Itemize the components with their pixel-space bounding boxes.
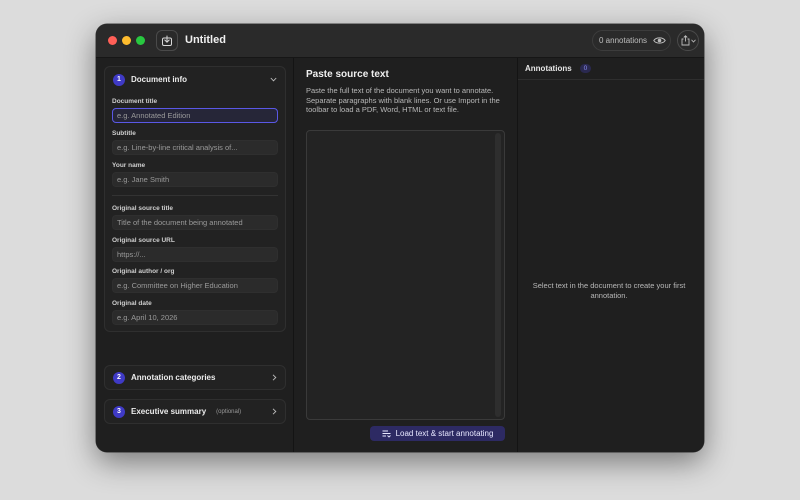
section-title: Annotation categories — [131, 373, 216, 382]
annotations-title: Annotations — [525, 64, 572, 73]
import-button[interactable] — [156, 30, 178, 51]
annotations-panel: Annotations 0 Select text in the documen… — [518, 58, 704, 452]
step-badge: 1 — [113, 73, 125, 86]
subtitle-label: Subtitle — [112, 130, 136, 137]
annotation-categories-section[interactable]: 2 Annotation categories — [104, 365, 286, 390]
section-title: Document info — [131, 75, 187, 84]
section-title: Executive summary — [131, 407, 207, 416]
eye-icon — [653, 37, 666, 44]
document-setup-panel: 1 Document info Document title Subtitle … — [96, 58, 294, 452]
app-window: Untitled 0 annotations 1 Document info D… — [96, 24, 704, 452]
subtitle-input[interactable] — [112, 140, 278, 155]
step-badge: 2 — [113, 371, 125, 384]
optional-tag: (optional) — [216, 408, 242, 415]
your-name-input[interactable] — [112, 172, 278, 187]
source-text-panel: Paste source text Paste the full text of… — [294, 58, 518, 452]
original-source-title-label: Original source title — [112, 205, 174, 212]
chevron-down-icon[interactable] — [270, 77, 277, 82]
executive-summary-header[interactable]: 3 Executive summary (optional) — [113, 405, 241, 418]
original-author-input[interactable] — [112, 278, 278, 293]
close-window-button[interactable] — [108, 36, 117, 45]
load-text-button[interactable]: Load text & start annotating — [370, 426, 505, 441]
load-text-button-label: Load text & start annotating — [395, 429, 494, 438]
original-author-label: Original author / org — [112, 268, 175, 275]
import-icon — [162, 35, 172, 46]
source-panel-title: Paste source text — [306, 69, 389, 80]
document-info-header[interactable]: 1 Document info — [113, 73, 187, 86]
document-title-input[interactable] — [112, 108, 278, 123]
step-badge: 3 — [113, 405, 125, 418]
list-lines-icon — [382, 430, 391, 438]
original-date-input[interactable] — [112, 310, 278, 325]
share-menu-button[interactable] — [677, 30, 699, 51]
source-text-input[interactable] — [306, 130, 505, 420]
source-help-text: Paste the full text of the document you … — [306, 86, 500, 115]
annotations-toggle[interactable]: 0 annotations — [592, 30, 671, 51]
original-source-url-label: Original source URL — [112, 237, 175, 244]
document-info-section: 1 Document info Document title Subtitle … — [104, 66, 286, 332]
executive-summary-section[interactable]: 3 Executive summary (optional) — [104, 399, 286, 424]
empty-state-message: Select text in the document to create yo… — [532, 281, 686, 300]
original-source-url-input[interactable] — [112, 247, 278, 262]
original-source-title-input[interactable] — [112, 215, 278, 230]
chevron-right-icon — [272, 408, 277, 415]
title-bar: Untitled 0 annotations — [96, 24, 704, 58]
annotations-header: Annotations 0 — [518, 58, 704, 80]
section-divider — [112, 195, 278, 196]
original-date-label: Original date — [112, 300, 152, 307]
your-name-label: Your name — [112, 162, 146, 169]
annotations-count-badge: 0 — [579, 64, 592, 73]
minimize-window-button[interactable] — [122, 36, 131, 45]
annotation-categories-header[interactable]: 2 Annotation categories — [113, 371, 215, 384]
document-window-title: Untitled — [185, 34, 226, 46]
chevron-right-icon — [272, 374, 277, 381]
annotations-count-label: 0 annotations — [599, 36, 648, 45]
chevron-down-icon — [690, 39, 696, 43]
source-text-scrollbar[interactable] — [495, 133, 501, 417]
zoom-window-button[interactable] — [136, 36, 145, 45]
share-icon — [681, 35, 689, 46]
document-title-label: Document title — [112, 98, 158, 105]
